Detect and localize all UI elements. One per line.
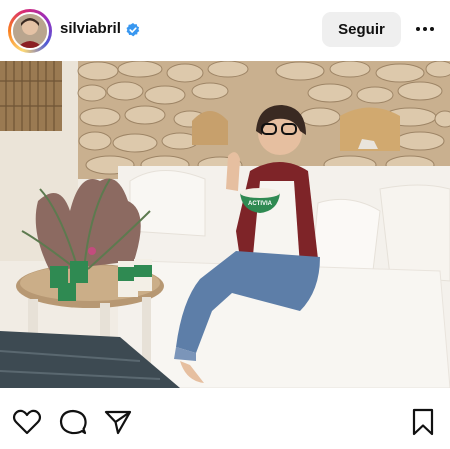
- bowl-product-label: ACTIVIA: [248, 201, 273, 207]
- send-icon[interactable]: [103, 407, 133, 437]
- avatar-image: [13, 14, 47, 48]
- username[interactable]: silviabril: [60, 20, 121, 37]
- verified-badge-icon: [126, 23, 140, 37]
- post-image: ACTIVIA: [0, 61, 450, 388]
- post-actions: [0, 395, 450, 449]
- heart-icon[interactable]: [12, 407, 42, 437]
- comment-icon[interactable]: [58, 407, 88, 437]
- bookmark-icon[interactable]: [408, 407, 438, 437]
- post-header: silviabril Seguir: [0, 0, 450, 60]
- wicker-lamp: [0, 61, 62, 131]
- avatar[interactable]: [11, 12, 49, 50]
- story-ring[interactable]: [8, 9, 52, 53]
- follow-button[interactable]: Seguir: [322, 12, 401, 47]
- post-photo[interactable]: ACTIVIA: [0, 61, 450, 388]
- more-options-icon[interactable]: [414, 22, 436, 36]
